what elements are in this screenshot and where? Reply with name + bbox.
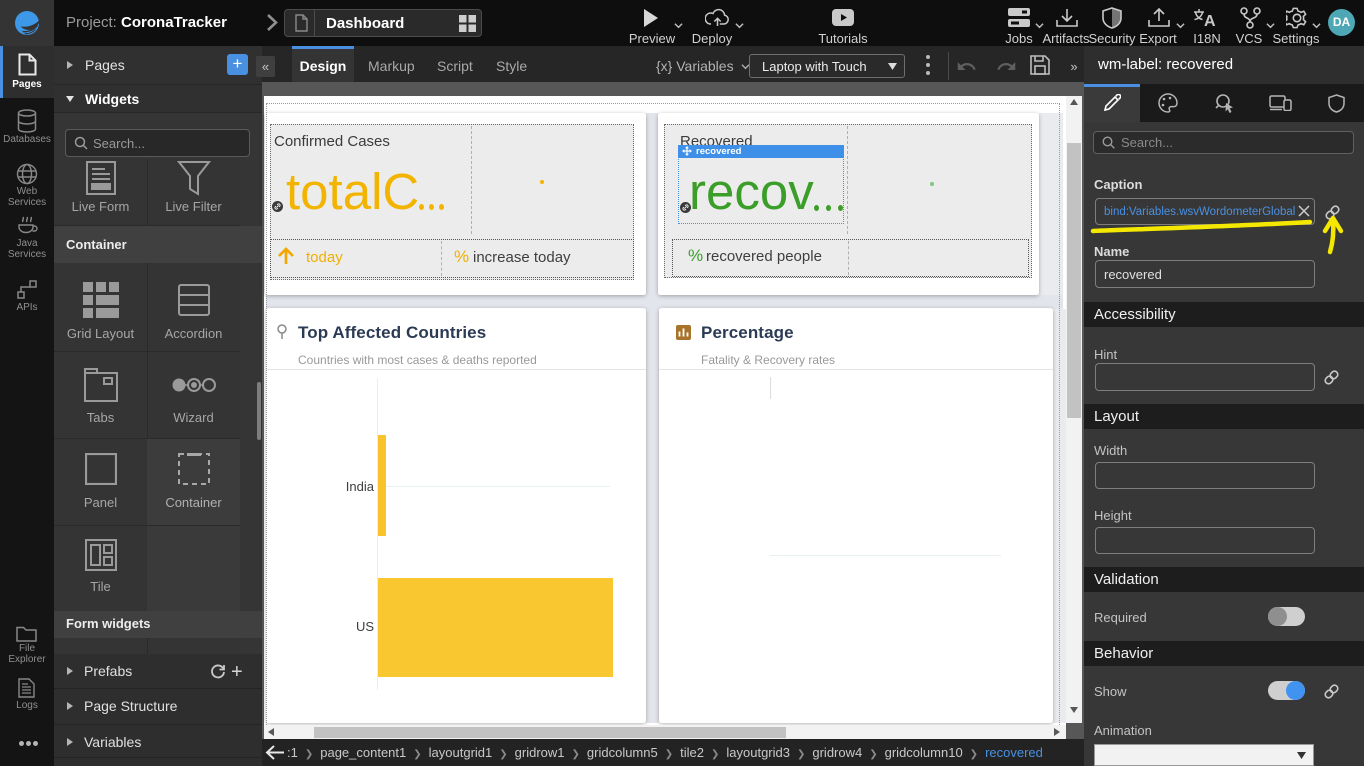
svg-text:A: A (1204, 13, 1216, 28)
